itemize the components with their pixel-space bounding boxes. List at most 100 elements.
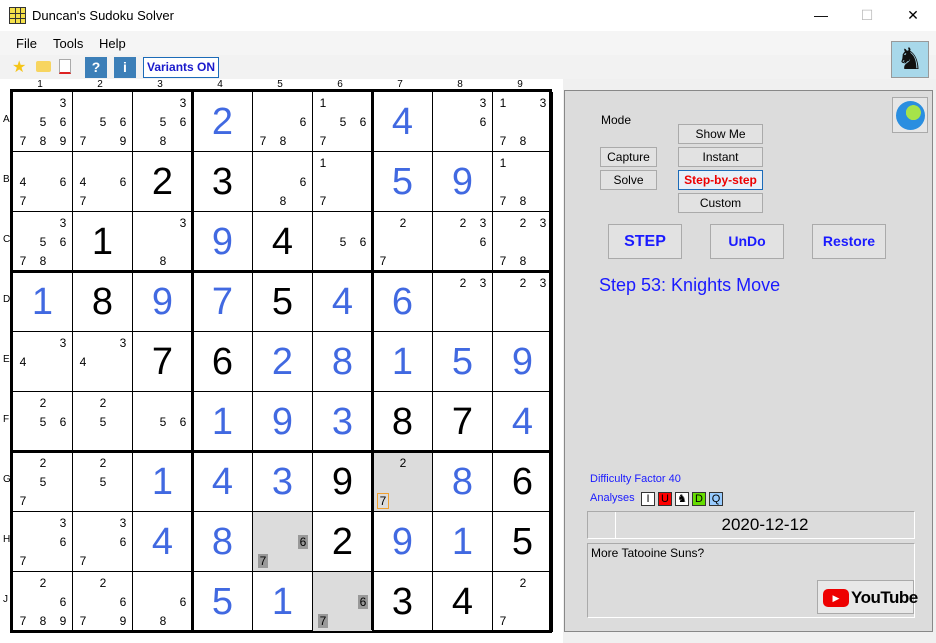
cell-G4[interactable]: 4 [193,452,253,512]
analysis-3[interactable]: D [692,492,706,506]
cell-C4[interactable]: 9 [193,212,253,272]
cell-D6[interactable]: 4 [313,272,373,332]
cell-J4[interactable]: 5 [193,572,253,632]
solve-button[interactable]: Solve [600,170,657,190]
knight-icon-button[interactable]: ♞ [891,41,929,78]
maximize-button[interactable]: ☐ [844,0,890,31]
cell-G5[interactable]: 3 [253,452,313,512]
step-by-step-button[interactable]: Step-by-step [678,170,763,190]
capture-button[interactable]: Capture [600,147,657,167]
cell-H1[interactable]: 3 6 7 [13,512,73,572]
cell-A7[interactable]: 4 [373,92,433,152]
cell-E9[interactable]: 9 [493,332,553,392]
globe-icon[interactable] [892,97,928,133]
cell-F6[interactable]: 3 [313,392,373,452]
cell-E4[interactable]: 6 [193,332,253,392]
cell-J7[interactable]: 3 [373,572,433,632]
step-button[interactable]: STEP [608,224,682,259]
cell-D9[interactable]: 23 [493,272,553,332]
cell-B3[interactable]: 2 [133,152,193,212]
new-star-icon[interactable]: ★ [12,57,26,78]
cell-A5[interactable]: 6 78 [253,92,313,152]
minimize-button[interactable]: — [798,0,844,31]
cell-E7[interactable]: 1 [373,332,433,392]
cell-A9[interactable]: 1 3 78 [493,92,553,152]
cell-B7[interactable]: 5 [373,152,433,212]
cell-B9[interactable]: 1 78 [493,152,553,212]
cell-E5[interactable]: 2 [253,332,313,392]
cell-D3[interactable]: 9 [133,272,193,332]
cell-A1[interactable]: 356 789 [13,92,73,152]
help-button[interactable]: ? [85,57,107,78]
cell-D8[interactable]: 23 [433,272,493,332]
variants-button[interactable]: Variants ON [143,57,220,78]
cell-F4[interactable]: 1 [193,392,253,452]
analysis-4[interactable]: Q [709,492,723,506]
cell-G6[interactable]: 9 [313,452,373,512]
cell-D2[interactable]: 8 [73,272,133,332]
instant-button[interactable]: Instant [678,147,763,167]
cell-J5[interactable]: 1 [253,572,313,632]
cell-G8[interactable]: 8 [433,452,493,512]
cell-D5[interactable]: 5 [253,272,313,332]
cell-E1[interactable]: 34 [13,332,73,392]
cell-A6[interactable]: 1567 [313,92,373,152]
cell-C1[interactable]: 356 78 [13,212,73,272]
cell-E3[interactable]: 7 [133,332,193,392]
cell-B6[interactable]: 17 [313,152,373,212]
cell-H3[interactable]: 4 [133,512,193,572]
cell-F8[interactable]: 7 [433,392,493,452]
cell-F5[interactable]: 9 [253,392,313,452]
cell-E6[interactable]: 8 [313,332,373,392]
cell-H8[interactable]: 1 [433,512,493,572]
cell-J9[interactable]: 27 [493,572,553,632]
cell-G3[interactable]: 1 [133,452,193,512]
cell-F3[interactable]: 56 [133,392,193,452]
restore-button[interactable]: Restore [812,224,886,259]
cell-F2[interactable]: 25 [73,392,133,452]
analysis-0[interactable]: I [641,492,655,506]
cell-J6[interactable]: 67 [313,572,373,632]
cell-C3[interactable]: 38 [133,212,193,272]
cell-A4[interactable]: 2 [193,92,253,152]
cell-G7[interactable]: 27 [373,452,433,512]
cell-G1[interactable]: 2 57 [13,452,73,512]
cell-D4[interactable]: 7 [193,272,253,332]
cell-H5[interactable]: 67 [253,512,313,572]
youtube-button[interactable]: ▶ YouTube [817,580,918,614]
cell-J1[interactable]: 26 789 [13,572,73,632]
cell-F7[interactable]: 8 [373,392,433,452]
cell-E2[interactable]: 34 [73,332,133,392]
document-check-icon[interactable] [59,59,71,74]
cell-J3[interactable]: 68 [133,572,193,632]
cell-J2[interactable]: 26 7 9 [73,572,133,632]
cell-B5[interactable]: 68 [253,152,313,212]
analysis-2[interactable]: ♞ [675,492,689,506]
cell-C2[interactable]: 1 [73,212,133,272]
menu-help[interactable]: Help [99,36,126,51]
cell-B4[interactable]: 3 [193,152,253,212]
cell-G2[interactable]: 25 [73,452,133,512]
cell-C6[interactable]: 56 [313,212,373,272]
cell-C8[interactable]: 23 6 [433,212,493,272]
cell-H4[interactable]: 8 [193,512,253,572]
cell-F9[interactable]: 4 [493,392,553,452]
cell-B8[interactable]: 9 [433,152,493,212]
cell-A8[interactable]: 36 [433,92,493,152]
open-folder-icon[interactable] [36,61,51,72]
cell-H6[interactable]: 2 [313,512,373,572]
custom-button[interactable]: Custom [678,193,763,213]
cell-F1[interactable]: 2 56 [13,392,73,452]
cell-J8[interactable]: 4 [433,572,493,632]
cell-H7[interactable]: 9 [373,512,433,572]
cell-E8[interactable]: 5 [433,332,493,392]
cell-C9[interactable]: 23 78 [493,212,553,272]
show-me-button[interactable]: Show Me [678,124,763,144]
info-button[interactable]: i [114,57,136,78]
undo-button[interactable]: UnDo [710,224,784,259]
cell-A2[interactable]: 56 7 9 [73,92,133,152]
cell-C5[interactable]: 4 [253,212,313,272]
cell-C7[interactable]: 27 [373,212,433,272]
cell-B1[interactable]: 4 6 7 [13,152,73,212]
menu-tools[interactable]: Tools [53,36,83,51]
